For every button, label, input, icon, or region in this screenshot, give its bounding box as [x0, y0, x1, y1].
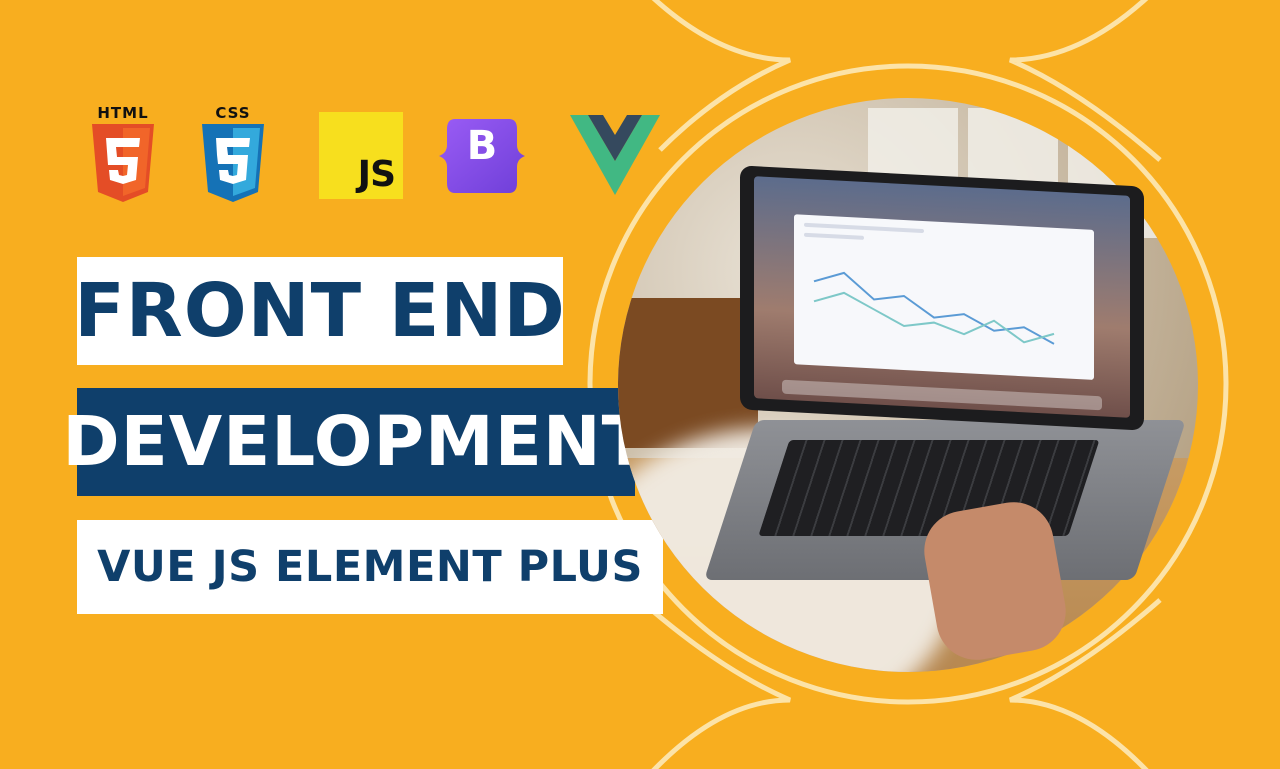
title-front-end-box: FRONT END [74, 257, 566, 365]
bootstrap-logo: B [437, 115, 527, 197]
title-development-box: DEVELOPMENT [62, 388, 649, 496]
laptop-screen [754, 176, 1130, 418]
laptop [704, 165, 1186, 667]
vue-chevron-icon [570, 115, 660, 195]
title-development: DEVELOPMENT [62, 402, 650, 482]
dashboard-bar [804, 232, 864, 240]
dashboard-window [794, 214, 1094, 380]
html5-shield-icon [92, 124, 154, 202]
title-front-end: FRONT END [74, 268, 566, 354]
javascript-logo: JS [319, 112, 403, 199]
dashboard-chart-icon [813, 271, 1055, 345]
laptop-screen-bezel [740, 165, 1144, 431]
js-label: JS [357, 154, 396, 195]
bootstrap-letter: B [466, 123, 498, 169]
wooden-shelf [618, 298, 758, 448]
mac-dock [782, 379, 1102, 411]
css-label: CSS [215, 104, 251, 122]
vue-logo [570, 115, 660, 195]
subtitle-vue-box: VUE JS ELEMENT PLUS [77, 520, 663, 614]
css3-shield-icon [202, 124, 264, 202]
subtitle-vue-element-plus: VUE JS ELEMENT PLUS [97, 542, 643, 592]
html-label: HTML [97, 104, 149, 122]
css3-logo: CSS [200, 104, 266, 204]
dashboard-bar [804, 222, 924, 234]
html5-logo: HTML [90, 104, 156, 204]
